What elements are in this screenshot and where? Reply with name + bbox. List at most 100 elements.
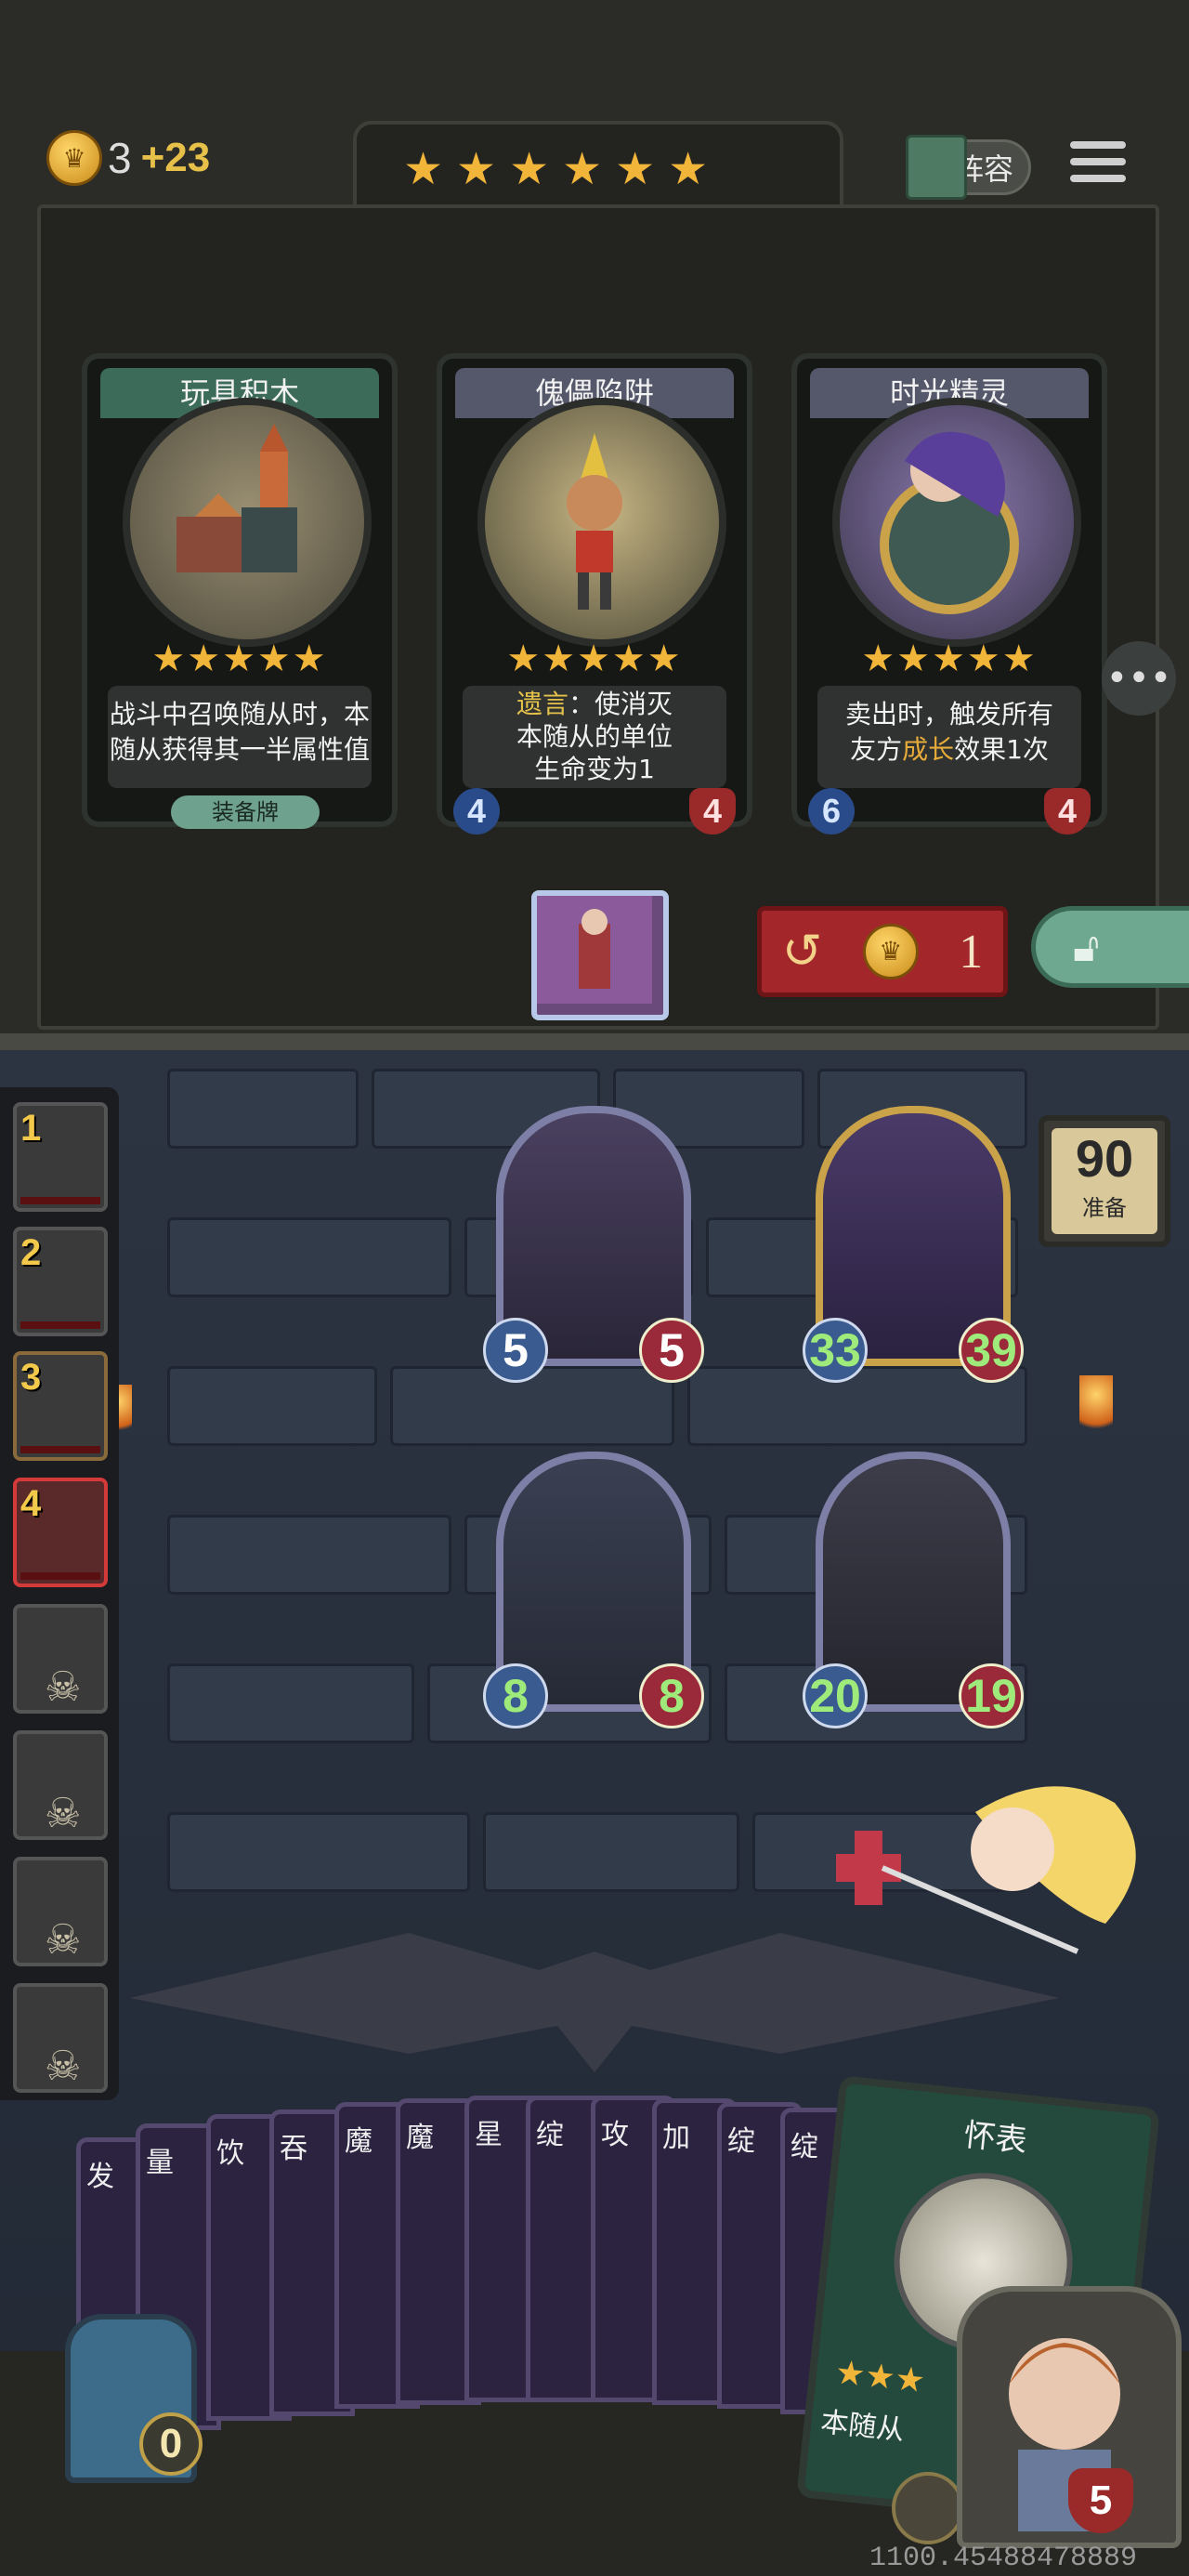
minion-attack: 20 bbox=[803, 1663, 868, 1728]
card-desc-line: 本随从的单位 bbox=[516, 721, 673, 752]
keyword-grow: 成长 bbox=[902, 734, 955, 765]
wall-brick bbox=[167, 1366, 377, 1446]
equipment-tag: 装备牌 bbox=[171, 795, 320, 829]
hand-card-title: 饮 bbox=[216, 2137, 244, 2170]
card-desc-line: 随从获得其一半属性值 bbox=[109, 734, 370, 765]
card-description: 本随从 bbox=[818, 2406, 906, 2448]
board-minion[interactable]: 20 19 bbox=[803, 1452, 1024, 1728]
player-rank: 2 bbox=[20, 1232, 42, 1273]
ready-count: 90 bbox=[1075, 1129, 1134, 1188]
player-slot-eliminated[interactable]: ☠ bbox=[13, 1857, 108, 1966]
hand-card-title: 星 bbox=[475, 2119, 503, 2151]
ready-timer[interactable]: 90 准备 bbox=[1039, 1115, 1170, 1247]
hand-card-title: 发 bbox=[86, 2161, 114, 2193]
ready-label: 准备 bbox=[1082, 1195, 1127, 1221]
shop-card-toy-blocks[interactable]: 玩具积木 ★★★★★ 战斗中召唤随从时，本 随从获得其一半属性值 装备牌 bbox=[82, 353, 398, 829]
player-slot-2[interactable]: 2 bbox=[13, 1227, 108, 1336]
wall-brick bbox=[167, 1217, 451, 1297]
card-stars: ★★★★★ bbox=[506, 637, 683, 680]
card-stars: ★★★ bbox=[833, 2353, 927, 2401]
hand-card-title: 加 bbox=[662, 2122, 690, 2154]
crown-coin-icon: ♛ bbox=[46, 130, 102, 186]
book-icon bbox=[906, 135, 967, 200]
card-description: 卖出时，触发所有 友方成长效果1次 bbox=[817, 686, 1081, 788]
player-hp-bar bbox=[20, 1197, 100, 1204]
player-rank: 4 bbox=[20, 1483, 42, 1524]
shield-icon[interactable] bbox=[892, 2472, 964, 2544]
minion-attack: 33 bbox=[803, 1318, 868, 1383]
skull-icon: ☠ bbox=[45, 2043, 82, 2090]
card-description: 战斗中召唤随从时，本 随从获得其一半属性值 bbox=[108, 686, 372, 788]
player-rank: 3 bbox=[20, 1357, 42, 1398]
card-attack: 6 bbox=[808, 788, 855, 835]
player-hp-bar bbox=[20, 1572, 100, 1580]
tavern-stars: ★★★★★★ bbox=[403, 143, 722, 195]
player-hp-bar bbox=[20, 1321, 100, 1329]
card-description: 遗言：使消灭 本随从的单位 生命变为1 bbox=[463, 686, 726, 788]
card-desc-text: ：使消灭 bbox=[568, 689, 673, 719]
minion-attack: 5 bbox=[483, 1318, 548, 1383]
menu-icon bbox=[1070, 141, 1126, 149]
card-desc-line: 生命变为1 bbox=[534, 754, 655, 784]
card-health: 4 bbox=[1044, 788, 1091, 835]
unlock-icon: 🔓︎ bbox=[1073, 923, 1100, 971]
hand-card-title: 怀表 bbox=[961, 2116, 1029, 2161]
player-slot-eliminated[interactable]: ☠ bbox=[13, 1604, 108, 1714]
minion-health: 5 bbox=[639, 1318, 704, 1383]
skull-icon: ☠ bbox=[45, 1663, 82, 1711]
card-desc-line: 卖出时，触发所有 bbox=[844, 699, 1053, 729]
skull-icon: ☠ bbox=[45, 1790, 82, 1837]
debug-coordinate: 1100.45488478889 bbox=[869, 2543, 1138, 2574]
gold-display: ♛ 3 +23 bbox=[46, 130, 210, 186]
player-slot-eliminated[interactable]: ☠ bbox=[13, 1730, 108, 1840]
time-sprite-art bbox=[832, 398, 1081, 647]
card-desc-text: 友方 bbox=[850, 734, 903, 765]
player-slot-3[interactable]: 3 bbox=[13, 1351, 108, 1461]
player-slot-eliminated[interactable]: ☠ bbox=[13, 1983, 108, 2093]
hero-health: 5 bbox=[1068, 2468, 1133, 2533]
player-hp-bar bbox=[20, 1446, 100, 1453]
hand-card-title: 吞 bbox=[280, 2133, 307, 2165]
card-stars: ★★★★★ bbox=[861, 637, 1038, 680]
skull-icon: ☠ bbox=[45, 1916, 82, 1964]
menu-button[interactable] bbox=[1070, 141, 1126, 197]
puppet-trap-art bbox=[477, 398, 726, 647]
refresh-button[interactable]: ↺ ♛ 1 bbox=[757, 906, 1008, 997]
shop-card-puppet-trap[interactable]: 傀儡陷阱 ★★★★★ 遗言：使消灭 本随从的单位 生命变为1 4 4 bbox=[437, 353, 752, 835]
player-rank: 1 bbox=[20, 1108, 42, 1149]
hand-card-title: 攻 bbox=[601, 2119, 629, 2151]
player-slot-self[interactable]: 4 bbox=[13, 1478, 108, 1587]
card-stars: ★★★★★ bbox=[151, 637, 328, 680]
player-slot-1[interactable]: 1 bbox=[13, 1102, 108, 1212]
deck-count: 0 bbox=[139, 2412, 203, 2476]
hand-card-title: 绽 bbox=[536, 2119, 564, 2151]
board-minion[interactable]: 5 5 bbox=[483, 1106, 704, 1383]
shop-card-time-sprite[interactable]: 时光精灵 ★★★★★ 卖出时，触发所有 友方成长效果1次 6 4 bbox=[791, 353, 1107, 835]
wall-brick bbox=[167, 1663, 414, 1743]
crown-coin-icon: ♛ bbox=[862, 924, 919, 979]
refresh-cost: 1 bbox=[959, 925, 984, 979]
card-desc-line: 战斗中召唤随从时，本 bbox=[109, 699, 370, 729]
bat-emblem-icon bbox=[130, 1914, 1059, 2082]
wall-brick bbox=[167, 1812, 470, 1892]
card-desc-text: 效果1次 bbox=[954, 734, 1049, 765]
card-desc-line: 友方成长效果1次 bbox=[817, 732, 1081, 768]
torch-right-icon bbox=[1079, 1375, 1113, 1440]
keyword-deathrattle: 遗言 bbox=[516, 689, 568, 719]
hand-card-title: 量 bbox=[146, 2147, 174, 2179]
hand-card-title: 魔 bbox=[406, 2122, 434, 2154]
minion-health: 8 bbox=[639, 1663, 704, 1728]
card-desc-line: 遗言：使消灭 bbox=[463, 688, 726, 720]
lock-button[interactable]: 🔓︎ bbox=[1031, 906, 1189, 988]
card-attack: 4 bbox=[453, 788, 500, 835]
board-minion[interactable]: 33 39 bbox=[803, 1106, 1024, 1383]
board-minion[interactable]: 8 8 bbox=[483, 1452, 704, 1728]
gold-value: 3 bbox=[108, 134, 132, 182]
minion-health: 19 bbox=[959, 1663, 1024, 1728]
card-health: 4 bbox=[689, 788, 736, 835]
minion-health: 39 bbox=[959, 1318, 1024, 1383]
chat-bubble-icon[interactable]: ••• bbox=[1102, 641, 1176, 716]
gold-income: +23 bbox=[140, 135, 211, 180]
hero-power-portrait[interactable] bbox=[531, 890, 669, 1020]
wall-brick bbox=[167, 1069, 359, 1149]
